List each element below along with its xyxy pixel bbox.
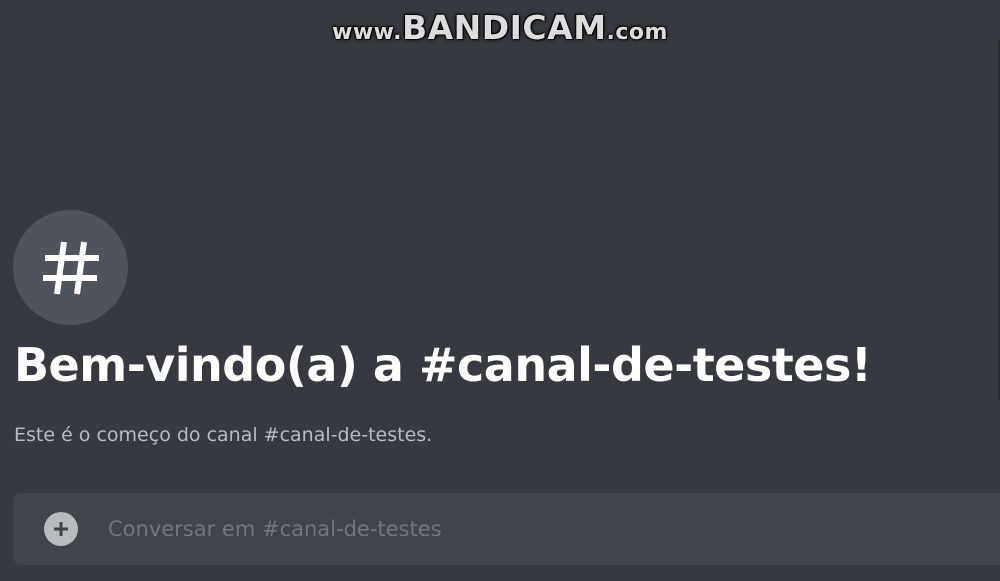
watermark-brand: BANDICAM (401, 8, 607, 47)
welcome-subtitle: Este é o começo do canal #canal-de-teste… (14, 424, 433, 446)
message-composer (13, 493, 1000, 565)
hashtag-glyph (42, 241, 99, 294)
plus-glyph (54, 522, 68, 536)
hashtag-icon (13, 210, 128, 325)
bandicam-watermark: www.BANDICAM.com (0, 8, 1000, 47)
welcome-title: Bem-vindo(a) a #canal-de-testes! (14, 338, 872, 392)
watermark-com: .com (606, 20, 668, 45)
message-input[interactable] (108, 517, 1000, 541)
plus-circle-icon[interactable] (44, 512, 78, 546)
watermark-www: www. (332, 20, 402, 45)
